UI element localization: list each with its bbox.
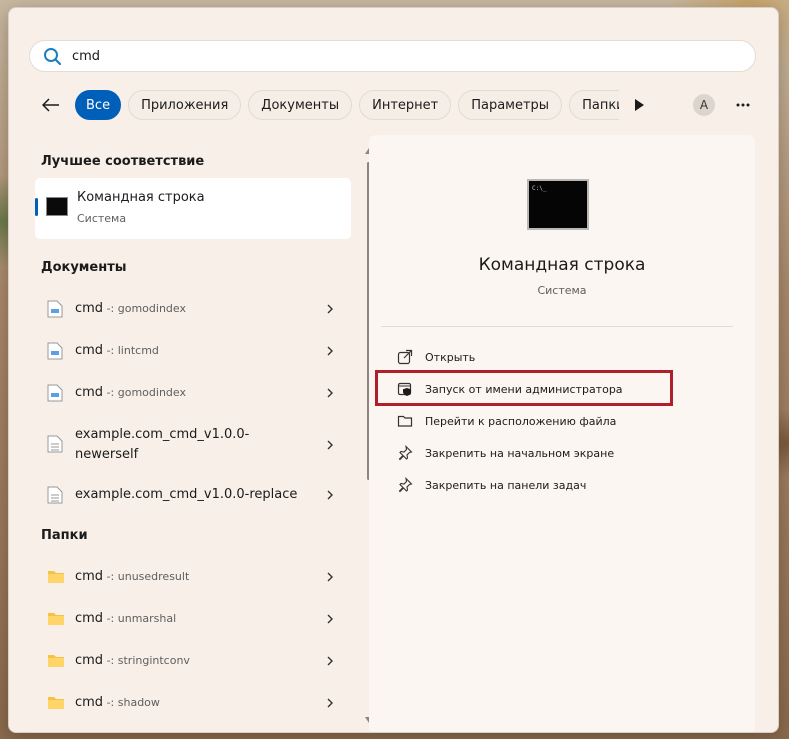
item-location: -: stringintconv bbox=[103, 654, 190, 667]
more-options-button[interactable] bbox=[729, 91, 757, 119]
filter-chip-settings[interactable]: Параметры bbox=[458, 90, 563, 120]
best-match-subtitle: Система bbox=[77, 212, 127, 225]
start-search-window: Все Приложения Документы Интернет Параме… bbox=[8, 7, 779, 733]
chevron-right-icon bbox=[327, 388, 333, 398]
scroll-filters-button[interactable] bbox=[625, 91, 653, 119]
item-name: cmd bbox=[75, 385, 104, 400]
folder-icon bbox=[48, 613, 64, 625]
list-item[interactable]: cmd -: stringintconv bbox=[33, 641, 349, 681]
item-location: -: lintcmd bbox=[103, 344, 159, 357]
item-location: -: unusedresult bbox=[103, 570, 190, 583]
arrow-left-icon bbox=[42, 98, 59, 112]
chevron-right-icon bbox=[327, 304, 333, 314]
item-name: cmd bbox=[75, 611, 104, 626]
detail-pane: C:\_ Командная строка Система Открыть За… bbox=[369, 135, 755, 732]
filter-bar: Все Приложения Документы Интернет Параме… bbox=[35, 89, 775, 121]
play-icon bbox=[635, 99, 644, 111]
folder-icon bbox=[397, 415, 413, 427]
filter-chip-all[interactable]: Все bbox=[75, 90, 122, 120]
chevron-right-icon bbox=[327, 698, 333, 708]
best-match-item[interactable]: Командная строка Система bbox=[35, 178, 351, 239]
ellipsis-icon bbox=[736, 103, 750, 107]
item-name: cmd bbox=[75, 653, 104, 668]
avatar[interactable]: A bbox=[693, 94, 715, 116]
item-name: cmd bbox=[75, 569, 104, 584]
folder-icon bbox=[48, 697, 64, 709]
document-icon bbox=[47, 384, 63, 402]
list-item[interactable]: example.com_cmd_v1.0.0-replace bbox=[33, 475, 349, 515]
chevron-right-icon bbox=[327, 614, 333, 624]
item-name: cmd bbox=[75, 695, 104, 710]
action-label: Открыть bbox=[425, 350, 476, 364]
action-label: Закрепить на панели задач bbox=[425, 478, 587, 492]
open-external-icon bbox=[397, 349, 413, 365]
command-prompt-icon bbox=[46, 197, 68, 216]
detail-title: Командная строка bbox=[478, 255, 646, 275]
search-box[interactable] bbox=[29, 40, 756, 72]
results-list: Лучшее соответствие Командная строка Сис… bbox=[33, 138, 361, 732]
action-open[interactable]: Открыть bbox=[381, 342, 733, 372]
action-open-file-location[interactable]: Перейти к расположению файла bbox=[381, 406, 733, 436]
item-name-line2: newerself bbox=[75, 447, 139, 462]
list-item[interactable]: cmd -: gomodindex bbox=[33, 373, 349, 413]
search-icon bbox=[44, 48, 62, 66]
chevron-right-icon bbox=[327, 440, 333, 450]
svg-text:C:\_: C:\_ bbox=[532, 185, 547, 192]
text-file-icon bbox=[47, 435, 63, 453]
filter-chip-documents[interactable]: Документы bbox=[248, 90, 353, 120]
prompt-glyph-icon: C:\_ bbox=[532, 185, 547, 192]
filter-chip-internet[interactable]: Интернет bbox=[359, 90, 452, 120]
list-item[interactable]: cmd -: lintcmd bbox=[33, 331, 349, 371]
filter-chip-folders[interactable]: Папки bbox=[569, 90, 619, 120]
command-prompt-icon: C:\_ bbox=[527, 179, 589, 230]
action-label: Перейти к расположению файла bbox=[425, 414, 617, 428]
item-name: cmd bbox=[75, 301, 104, 316]
item-location: -: gomodindex bbox=[103, 386, 186, 399]
chevron-right-icon bbox=[327, 490, 333, 500]
list-item[interactable]: cmd -: gomodindex bbox=[33, 289, 349, 329]
document-icon bbox=[47, 300, 63, 318]
item-name: example.com_cmd_v1.0.0-replace bbox=[75, 487, 298, 502]
documents-heading: Документы bbox=[41, 260, 127, 275]
folder-icon bbox=[48, 571, 64, 583]
text-file-icon bbox=[47, 486, 63, 504]
list-item[interactable]: cmd -: shadow bbox=[33, 683, 349, 723]
pin-icon bbox=[398, 445, 413, 461]
item-location: -: unmarshal bbox=[103, 612, 177, 625]
detail-subtitle: Система bbox=[537, 284, 587, 297]
item-name: cmd bbox=[75, 343, 104, 358]
list-item[interactable]: cmd -: unusedresult bbox=[33, 557, 349, 597]
search-input[interactable] bbox=[72, 48, 712, 64]
chevron-right-icon bbox=[327, 572, 333, 582]
action-pin-taskbar[interactable]: Закрепить на панели задач bbox=[381, 470, 733, 500]
pin-icon bbox=[398, 477, 413, 493]
selection-indicator bbox=[35, 198, 38, 216]
list-item[interactable]: example.com_cmd_v1.0.0- newerself bbox=[33, 421, 349, 469]
folder-icon bbox=[48, 655, 64, 667]
best-match-heading: Лучшее соответствие bbox=[41, 154, 205, 169]
item-location: -: shadow bbox=[103, 696, 160, 709]
folders-heading: Папки bbox=[41, 528, 88, 543]
chevron-right-icon bbox=[327, 656, 333, 666]
highlight-annotation bbox=[375, 370, 673, 406]
action-pin-start[interactable]: Закрепить на начальном экране bbox=[381, 438, 733, 468]
back-button[interactable] bbox=[35, 89, 67, 121]
divider bbox=[381, 326, 733, 327]
filter-chip-apps[interactable]: Приложения bbox=[128, 90, 242, 120]
chevron-right-icon bbox=[327, 346, 333, 356]
best-match-title: Командная строка bbox=[77, 190, 205, 205]
item-location: -: gomodindex bbox=[103, 302, 186, 315]
list-item[interactable]: cmd -: unmarshal bbox=[33, 599, 349, 639]
filter-chips: Все Приложения Документы Интернет Параме… bbox=[75, 90, 619, 120]
action-label: Закрепить на начальном экране bbox=[425, 446, 615, 460]
item-name: example.com_cmd_v1.0.0- bbox=[75, 427, 250, 442]
document-icon bbox=[47, 342, 63, 360]
